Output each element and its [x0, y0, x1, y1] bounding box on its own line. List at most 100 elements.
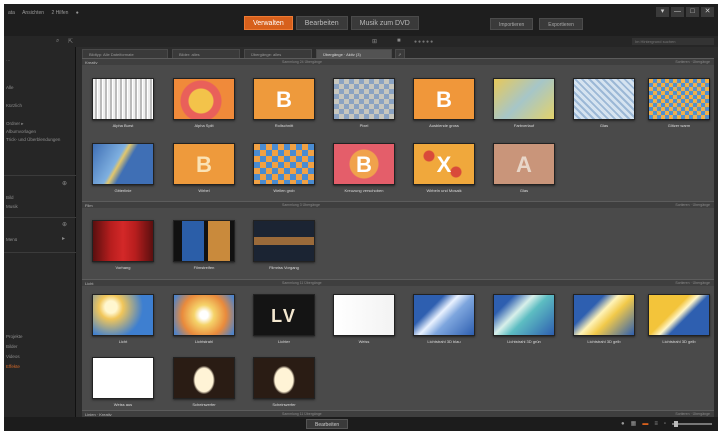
- transition-tile[interactable]: B Wirbel: [173, 143, 235, 193]
- section-sort[interactable]: Sortieren · Übergänge: [675, 412, 710, 416]
- grid-icon[interactable]: ▦: [631, 420, 637, 427]
- menu-item[interactable]: ata: [8, 10, 15, 16]
- slider-handle[interactable]: [674, 420, 678, 427]
- transition-tile[interactable]: B Kreuzung verschoben: [333, 143, 395, 193]
- sidebar-item[interactable]: Projekte: [6, 334, 23, 339]
- rating-stars[interactable]: ●●●●●: [414, 39, 434, 45]
- section-header-licht[interactable]: Licht Sammlung 11 Übergänge Sortieren · …: [82, 279, 714, 286]
- transition-tile[interactable]: Licht: [92, 294, 154, 344]
- section-header-film[interactable]: Film Sammlung 3 Übergänge Sortieren · Üb…: [82, 201, 714, 208]
- transition-tile[interactable]: Wellen grob: [253, 143, 315, 193]
- filter-icon[interactable]: ⊞: [372, 38, 377, 45]
- section-sort[interactable]: Sortieren · Übergänge: [675, 203, 710, 207]
- tile-letter: A: [516, 152, 532, 177]
- tab-bearbeiten[interactable]: Bearbeiten: [295, 16, 348, 30]
- transition-tile[interactable]: Glitzer warm: [648, 78, 710, 128]
- sidebar-item[interactable]: …: [6, 57, 11, 62]
- transition-tile[interactable]: B Ausblende gross: [413, 78, 475, 128]
- sidebar-item[interactable]: Musik: [6, 204, 18, 209]
- tile-caption: Lichter: [277, 339, 290, 344]
- section-header-kreativ[interactable]: Kreativ Sammlung 24 Übergänge Sortieren …: [82, 58, 714, 65]
- tab-verwalten[interactable]: Verwalten: [244, 16, 293, 30]
- thumbnail: [253, 220, 315, 262]
- sidebar-item-effekte[interactable]: Effekte: [6, 364, 20, 369]
- transition-tile[interactable]: Filmstreifen: [173, 220, 235, 270]
- minimize-icon[interactable]: —: [671, 7, 684, 17]
- sidebar-item[interactable]: Menü: [6, 237, 17, 242]
- export-button[interactable]: Exportieren: [539, 18, 583, 30]
- maximize-icon[interactable]: □: [686, 7, 699, 17]
- search-input[interactable]: Im Hintergrund suchen: [632, 38, 714, 45]
- section-sort[interactable]: Sortieren · Übergänge: [675, 60, 710, 64]
- pin-icon[interactable]: ⇗: [395, 49, 405, 58]
- transition-tile[interactable]: Scheinwerfer: [173, 357, 235, 407]
- tab-musik-dvd[interactable]: Musik zum DVD: [350, 16, 419, 30]
- thumbnail: [413, 294, 475, 336]
- sidebar-item[interactable]: Alle: [6, 85, 14, 90]
- add-icon[interactable]: ⊕: [62, 180, 67, 187]
- import-button[interactable]: Importieren: [490, 18, 534, 30]
- transition-tile[interactable]: Glas: [573, 78, 635, 128]
- sidebar-item[interactable]: Bilder: [6, 344, 18, 349]
- content-tab-active[interactable]: Übergänge · Aktiv (3): [316, 49, 392, 58]
- transition-tile[interactable]: Lichtstrahl 3D grün: [493, 294, 555, 344]
- sidebar-item[interactable]: Kürzlich: [6, 103, 22, 108]
- info-icon[interactable]: ●: [621, 421, 625, 427]
- sidebar-item[interactable]: Videos: [6, 354, 20, 359]
- list-icon[interactable]: ≡: [654, 421, 658, 427]
- content-tab[interactable]: Bildtyp: Alle Dateiformate: [82, 49, 168, 58]
- tile-caption: Gitterlinie: [114, 188, 132, 193]
- transition-tile[interactable]: Lichtstrahl 3D gelb: [573, 294, 635, 344]
- transition-tile[interactable]: Weiss aus: [92, 357, 154, 407]
- collapse-icon[interactable]: ⇱: [68, 38, 73, 45]
- tile-letter: B: [276, 87, 292, 112]
- transition-tile[interactable]: Vorhang: [92, 220, 154, 270]
- thumbnail: B: [333, 143, 395, 185]
- transition-tile[interactable]: Lichtstrahl 3D blau: [413, 294, 475, 344]
- content-tab[interactable]: Bilder: alles: [172, 49, 240, 58]
- content-tab[interactable]: Übergänge: alles: [244, 49, 312, 58]
- gear-icon[interactable]: ●: [76, 10, 79, 16]
- menu-item[interactable]: Ansichten: [22, 10, 44, 16]
- transition-tile[interactable]: X Wirbeln und Mosaik: [413, 143, 475, 193]
- menu-item[interactable]: 2 Hilfen: [51, 10, 68, 16]
- status-controls: ● ▦ ▬ ≡ ▫: [621, 420, 712, 427]
- transition-tile[interactable]: Farbverlauf: [493, 78, 555, 128]
- section-title: Licht: [85, 281, 94, 286]
- sidebar-item[interactable]: Ordner ▸: [6, 121, 24, 127]
- sidebar-item[interactable]: Albumvorlagen: [6, 129, 36, 134]
- count-icon: ▸: [62, 236, 66, 242]
- transition-tile[interactable]: Filmriss Vorgang: [253, 220, 315, 270]
- transition-tile[interactable]: Pixel: [333, 78, 395, 128]
- tile-caption: Farbverlauf: [513, 123, 535, 128]
- dropdown-icon[interactable]: ▾: [656, 7, 669, 17]
- color-icon[interactable]: ▬: [642, 421, 648, 427]
- transition-tile[interactable]: Lichtstrahl: [173, 294, 235, 344]
- zoom-out-icon[interactable]: ▫: [664, 421, 666, 427]
- search-icon[interactable]: ⌕: [56, 38, 59, 45]
- sidebar-item[interactable]: Trick- und Überblendungen: [6, 137, 60, 142]
- section-header-linien[interactable]: Linien · Kreativ Sammlung 11 Übergänge S…: [82, 410, 714, 417]
- sidebar-item[interactable]: Bild: [6, 195, 14, 200]
- tile-letter: B: [196, 152, 212, 177]
- transition-tile[interactable]: Alpha Split: [173, 78, 235, 128]
- transition-tile[interactable]: LV Lichter: [253, 294, 315, 344]
- transition-tile[interactable]: Alpha Burst: [92, 78, 154, 128]
- transition-tile[interactable]: B Rollschnitt: [253, 78, 315, 128]
- view-icon[interactable]: ■: [397, 38, 401, 44]
- transition-tile[interactable]: Lichtstrahl 3D gelb: [648, 294, 710, 344]
- transition-tile[interactable]: Weiss: [333, 294, 395, 344]
- transition-tile[interactable]: Gitterlinie: [92, 143, 154, 193]
- zoom-slider[interactable]: [672, 420, 712, 427]
- thumbnail: [573, 78, 635, 120]
- section-sort[interactable]: Sortieren · Übergänge: [675, 281, 710, 285]
- thumbnail: B: [413, 78, 475, 120]
- transition-tile[interactable]: Scheinwerfer: [253, 357, 315, 407]
- close-icon[interactable]: ✕: [701, 7, 714, 17]
- edit-button[interactable]: Bearbeiten: [306, 419, 349, 429]
- content-scrollbar[interactable]: [714, 58, 718, 417]
- sidebar-divider: [4, 217, 76, 218]
- transition-tile[interactable]: A Glas: [493, 143, 555, 193]
- add-icon[interactable]: ⊕: [62, 221, 67, 228]
- tile-caption: Weiss aus: [113, 402, 133, 407]
